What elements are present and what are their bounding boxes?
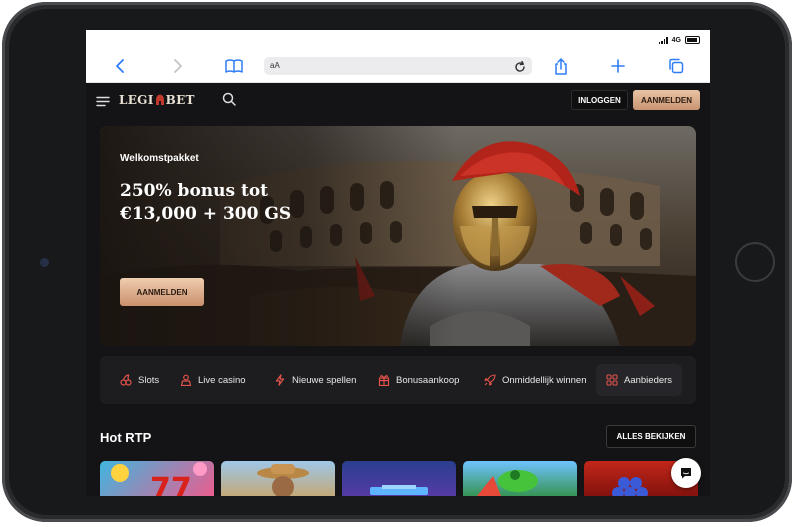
- front-camera: [40, 258, 49, 267]
- tabs-overview-icon[interactable]: [666, 56, 686, 76]
- hero-banner[interactable]: Welkomstpakket 250% bonus tot €13,000 + …: [100, 126, 696, 346]
- game-tile[interactable]: 77: [100, 461, 214, 496]
- forward-icon[interactable]: [168, 56, 188, 76]
- category-live-casino[interactable]: Live casino: [180, 356, 246, 404]
- tablet-screen: 4G aA LEGI BET INLOGGEN AANMELDEN Welkom…: [86, 30, 710, 496]
- game-thumbnail: 77: [111, 462, 207, 496]
- back-icon[interactable]: [110, 56, 130, 76]
- legionbet-logo[interactable]: LEGI N BET: [119, 93, 195, 107]
- menu-icon[interactable]: [96, 94, 110, 112]
- category-label: Bonusaankoop: [396, 374, 460, 386]
- battery-icon: [685, 36, 700, 44]
- game-thumbnail: [477, 470, 538, 496]
- network-label: 4G: [671, 36, 681, 44]
- reader-text-size-button[interactable]: aA: [270, 61, 280, 70]
- lightning-icon: [275, 374, 285, 386]
- home-button[interactable]: [735, 242, 775, 282]
- game-thumbnail: [370, 485, 428, 495]
- new-tab-icon[interactable]: [608, 56, 628, 76]
- category-slots[interactable]: Slots: [120, 356, 159, 404]
- game-tile[interactable]: [463, 461, 577, 496]
- grid-icon: [606, 374, 618, 386]
- chat-support-button[interactable]: [671, 458, 701, 488]
- status-bar: 4G: [86, 30, 710, 50]
- logo-text-start: LEGI: [119, 93, 154, 107]
- view-all-button[interactable]: ALLES BEKIJKEN: [606, 425, 696, 448]
- category-new-games[interactable]: Nieuwe spellen: [274, 356, 356, 404]
- login-button[interactable]: INLOGGEN: [571, 90, 628, 110]
- category-label: Live casino: [198, 374, 246, 386]
- svg-text:77: 77: [150, 472, 192, 496]
- game-thumbnail: [257, 464, 309, 496]
- category-label: Slots: [138, 374, 160, 386]
- category-bar: Slots Live casino Nieuwe spellen Bonusaa…: [100, 356, 696, 404]
- chat-icon: [681, 468, 691, 479]
- hero-title-line-2: €13,000 + 300 GS: [120, 204, 292, 224]
- hero-kicker: Welkomstpakket: [120, 153, 199, 164]
- dealer-icon: [180, 374, 192, 386]
- category-label: Onmiddellijk winnen: [502, 374, 587, 386]
- category-providers[interactable]: Aanbieders: [596, 364, 683, 396]
- signup-button[interactable]: AANMELDEN: [633, 90, 700, 110]
- search-icon[interactable]: [222, 92, 236, 111]
- hero-title: 250% bonus tot €13,000 + 300 GS: [120, 180, 320, 226]
- hero-title-line-1: 250% bonus tot: [120, 181, 269, 201]
- address-bar[interactable]: aA: [264, 57, 532, 75]
- game-tile[interactable]: [342, 461, 456, 496]
- category-instant-win[interactable]: Onmiddellijk winnen: [484, 356, 586, 404]
- bookmarks-icon[interactable]: [224, 56, 244, 76]
- hero-signup-button[interactable]: AANMELDEN: [120, 278, 204, 306]
- signal-icon: [658, 36, 668, 44]
- category-bonus-buy[interactable]: Bonusaankoop: [378, 356, 459, 404]
- cherries-icon: [120, 374, 132, 386]
- rocket-icon: [484, 374, 496, 386]
- logo-text-end: BET: [165, 93, 195, 107]
- share-icon[interactable]: [551, 56, 571, 76]
- game-tile[interactable]: [221, 461, 335, 496]
- helmet-crest-icon: [155, 94, 165, 106]
- browser-toolbar: aA: [86, 50, 710, 83]
- category-label: Aanbieders: [624, 374, 673, 386]
- hot-rtp-title: Hot RTP: [100, 430, 152, 445]
- category-label: Nieuwe spellen: [292, 374, 357, 386]
- site-header: LEGI N BET INLOGGEN AANMELDEN: [86, 83, 710, 116]
- reload-icon[interactable]: [514, 60, 526, 78]
- gift-icon: [378, 375, 390, 386]
